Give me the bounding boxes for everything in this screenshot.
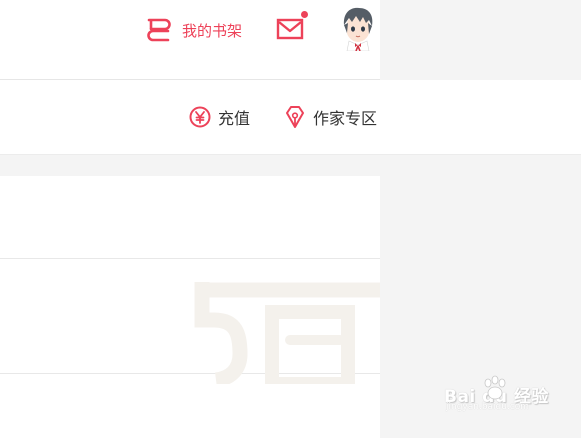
top-header-bar: 我的书架 [0, 0, 380, 80]
yuan-coin-icon [189, 106, 211, 128]
mail-icon [276, 18, 304, 40]
author-zone-label: 作家专区 [313, 109, 378, 128]
background-logo-graphic [194, 282, 380, 384]
user-avatar[interactable] [339, 5, 377, 52]
watermark-url: jingyan.baidu.com [446, 402, 530, 412]
bookshelf-label: 我的书架 [182, 21, 243, 40]
messages-button[interactable] [276, 11, 308, 41]
recharge-label: 充值 [218, 109, 251, 128]
my-bookshelf-link[interactable]: 我的书架 [146, 17, 242, 43]
recharge-link[interactable]: 充值 [189, 104, 250, 130]
main-nav-bar: 充值 作家专区 [0, 80, 581, 155]
bookshelf-icon [147, 18, 171, 42]
baidu-jingyan-watermark: Bai du 经验 jingyan.baidu.com [444, 372, 554, 412]
pen-nib-icon [286, 106, 304, 128]
avatar-image [343, 7, 373, 52]
content-panel [0, 176, 380, 438]
paw-icon [484, 375, 506, 400]
panel-divider [0, 258, 380, 259]
unread-mail-dot [301, 11, 308, 18]
author-zone-link[interactable]: 作家专区 [284, 104, 377, 130]
